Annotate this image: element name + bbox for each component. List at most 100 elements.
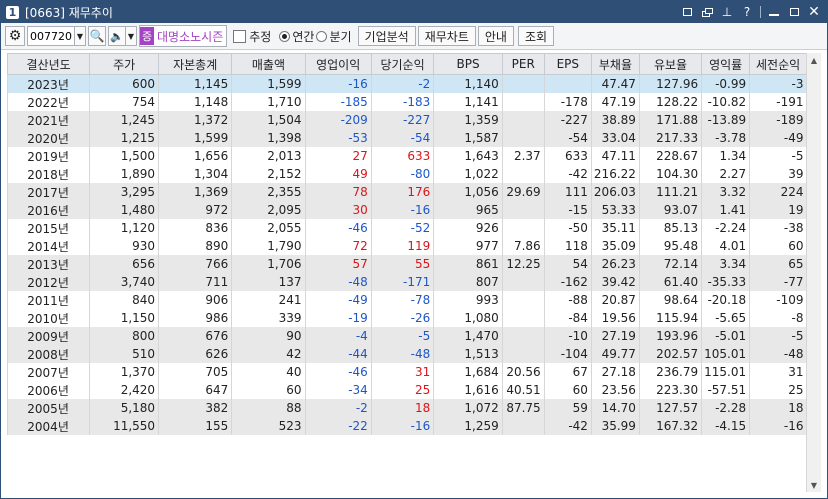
help-icon[interactable]: ? [740,5,754,19]
column-header[interactable]: 영업이익 [304,53,372,75]
table-row[interactable]: 2011년 840 906 241 -49 -78 993 -88 20.87 98.64 -20.… [7,291,807,309]
table-cell: 241 [231,291,306,309]
vertical-scrollbar[interactable]: ▲ ▼ [806,53,821,492]
table-cell: 85.13 [638,219,702,237]
table-cell: 217.33 [638,129,702,147]
column-header[interactable]: 당기순익 [370,53,435,75]
column-header[interactable]: EPS [543,53,592,75]
table-cell: 27.19 [590,327,640,345]
table-row[interactable]: 2023년 600 1,145 1,599 -16 -2 1,140 47.47 127.96-… [7,74,807,93]
table-cell: -2 [304,399,372,417]
speaker-dropdown-icon[interactable]: ▼ [125,26,137,46]
table-row[interactable]: 2020년 1,215 1,599 1,398 -53 -54 1,587 -54 33.04 2… [7,129,807,147]
table-row[interactable]: 2006년 2,420 647 60 -34 25 1,616 40.51 60 23.56 223… [7,381,807,399]
table-cell [501,291,545,309]
table-row[interactable]: 2010년 1,150 986 339 -19 -26 1,080 -84 19.56 115.9… [7,309,807,327]
query-button[interactable]: 조회 [517,26,555,46]
table-cell: 510 [89,345,159,363]
column-header[interactable]: 매출액 [231,53,306,75]
table-cell: 766 [158,255,232,273]
table-row[interactable]: 2013년 656 766 1,706 57 55 861 12.25 54 26.23 72.14… [7,255,807,273]
table-cell: -20.18 [701,291,750,309]
table-cell: 11,550 [89,417,159,435]
table-cell: 1,643 [433,147,503,165]
table-cell: 88 [231,399,306,417]
table-row[interactable]: 2022년 754 1,148 1,710 -185 -183 1,141 -178 47.19… [7,93,807,111]
table-cell: -26 [370,309,434,327]
table-row[interactable]: 2018년 1,890 1,304 2,152 49 -80 1,022 -42 216.22 1… [7,165,807,183]
table-cell: 4.01 [701,237,750,255]
close-icon[interactable]: ✕ [807,4,821,20]
scroll-down-icon[interactable]: ▼ [807,478,821,492]
table-cell: 39 [749,165,807,183]
table-cell: 1,500 [89,147,159,165]
column-header[interactable]: 영익률 [701,53,751,75]
estimate-checkbox-box[interactable] [233,29,247,43]
table-cell: -8 [749,309,807,327]
table-body: 2023년 600 1,145 1,599 -16 -2 1,140 47.47 127.96-… [7,74,807,435]
financial-chart-button[interactable]: 재무차트 [417,26,476,46]
stock-name: 대명소노시즌 [157,29,224,44]
table-cell: 171.88 [638,111,702,129]
column-header[interactable]: 부채율 [590,53,640,75]
table-cell: 1,504 [231,111,306,129]
table-row[interactable]: 2009년 800 676 90 -4 -5 1,470 -10 27.19 193.96 -5.0… [7,327,807,345]
table-cell: 1,372 [158,111,232,129]
pin-icon[interactable]: ⊥ [720,5,734,19]
speaker-icon[interactable]: 🔈 [108,26,126,46]
table-header-row: 결산년도 주가 자본총계 매출액 영업이익 당기순익 BPS PER EPS 부채율 유보율 영익률 세… [7,53,807,75]
column-header[interactable]: PER [501,53,545,75]
annual-radio[interactable]: 연간 [279,28,314,45]
settings-gear-icon[interactable]: ⚙ [5,26,25,46]
table-row[interactable]: 2005년 5,180 382 88 -2 18 1,072 87.75 59 14.70 127.… [7,399,807,417]
table-cell: 27 [304,147,372,165]
table-row[interactable]: 2021년 1,245 1,372 1,504 -209 -227 1,359 -227 38.… [7,111,807,129]
table-cell: 2016년 [7,201,90,219]
table-cell: 977 [433,237,503,255]
table-cell: 2006년 [7,381,90,399]
table-cell: 49 [304,165,372,183]
stock-code-input[interactable] [27,26,75,46]
link-window-icon[interactable] [680,5,694,19]
quarter-radio[interactable]: 분기 [316,28,352,45]
annual-radio-dot[interactable] [279,30,291,42]
table-row[interactable]: 2012년 3,740 711 137 -48 -171 807 -162 39.42 61.40… [7,273,807,291]
table-row[interactable]: 2014년 930 890 1,790 72 119 977 7.86 118 35.09 95.4… [7,237,807,255]
table-row[interactable]: 2007년 1,370 705 40 -46 31 1,684 20.56 67 27.18 236… [7,363,807,381]
table-row[interactable]: 2008년 510 626 42 -44 -48 1,513 -104 49.77 202.57 1… [7,345,807,363]
column-header[interactable]: BPS [433,53,503,75]
table-row[interactable]: 2016년 1,480 972 2,095 30 -16 965 -15 53.33 93.07 1… [7,201,807,219]
scroll-up-icon[interactable]: ▲ [807,53,821,67]
table-row[interactable]: 2015년 1,120 836 2,055 -46 -52 926 -50 35.11 85.13… [7,219,807,237]
column-header[interactable]: 세전순익 [749,53,807,75]
table-cell: 35.09 [590,237,640,255]
minimize-icon[interactable] [767,5,781,19]
table-row[interactable]: 2017년 3,295 1,369 2,355 78 176 1,056 29.69 111 20… [7,183,807,201]
table-cell: 2.37 [501,147,545,165]
table-cell: 2023년 [7,74,90,93]
table-cell: 993 [433,291,503,309]
quarter-radio-dot[interactable] [316,30,328,42]
table-cell: 40 [231,363,306,381]
table-cell: -78 [370,291,434,309]
column-header[interactable]: 결산년도 [7,53,91,75]
table-cell: 1,145 [158,74,232,93]
table-cell: 1,056 [433,183,503,201]
table-cell: 1,022 [433,165,503,183]
estimate-checkbox[interactable]: 추정 [233,28,271,45]
stock-code-dropdown-icon[interactable]: ▼ [74,26,86,46]
maximize-icon[interactable] [787,5,801,19]
column-header[interactable]: 유보율 [638,53,703,75]
search-icon[interactable]: 🔍 [88,26,106,46]
column-header[interactable]: 자본총계 [158,53,233,75]
table-cell: 202.57 [638,345,702,363]
cascade-window-icon[interactable] [700,5,714,19]
table-row[interactable]: 2004년 11,550 155 523 -22 -16 1,259 -42 35.99 167.… [7,417,807,435]
company-analysis-button[interactable]: 기업분석 [357,26,416,46]
table-row[interactable]: 2019년 1,500 1,656 2,013 27 633 1,643 2.37 633 47.… [7,147,807,165]
guide-button[interactable]: 안내 [477,26,514,46]
table-cell: -54 [543,129,592,147]
table-cell: 1,587 [433,129,503,147]
table-cell: 35.11 [590,219,640,237]
column-header[interactable]: 주가 [89,53,160,75]
